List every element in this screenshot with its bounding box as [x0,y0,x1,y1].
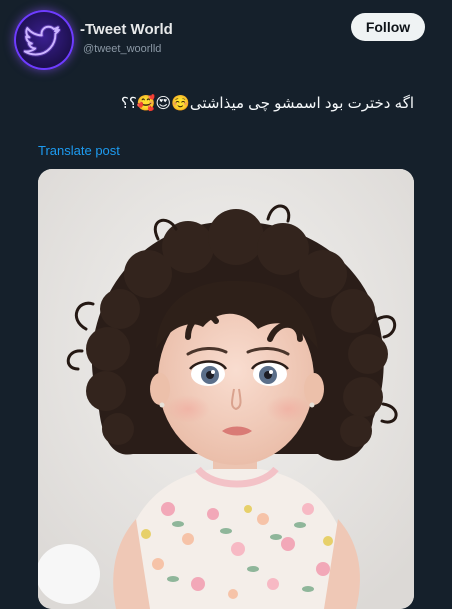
bird-logo-icon [22,24,61,57]
display-name[interactable]: -Tweet World [80,21,173,38]
toddler-photo [38,169,414,609]
tweet-header: -Tweet World @tweet_woorlld Follow [0,0,452,80]
tweet-text: اگه دخترت بود اسمشو چی میذاشتی☺️😍🥰؟؟ [120,95,414,112]
post-media-photo[interactable] [38,169,414,609]
translate-post-link[interactable]: Translate post [38,143,120,158]
account-handle[interactable]: @tweet_woorlld [83,43,161,55]
follow-button[interactable]: Follow [351,13,425,41]
avatar[interactable] [14,10,74,70]
